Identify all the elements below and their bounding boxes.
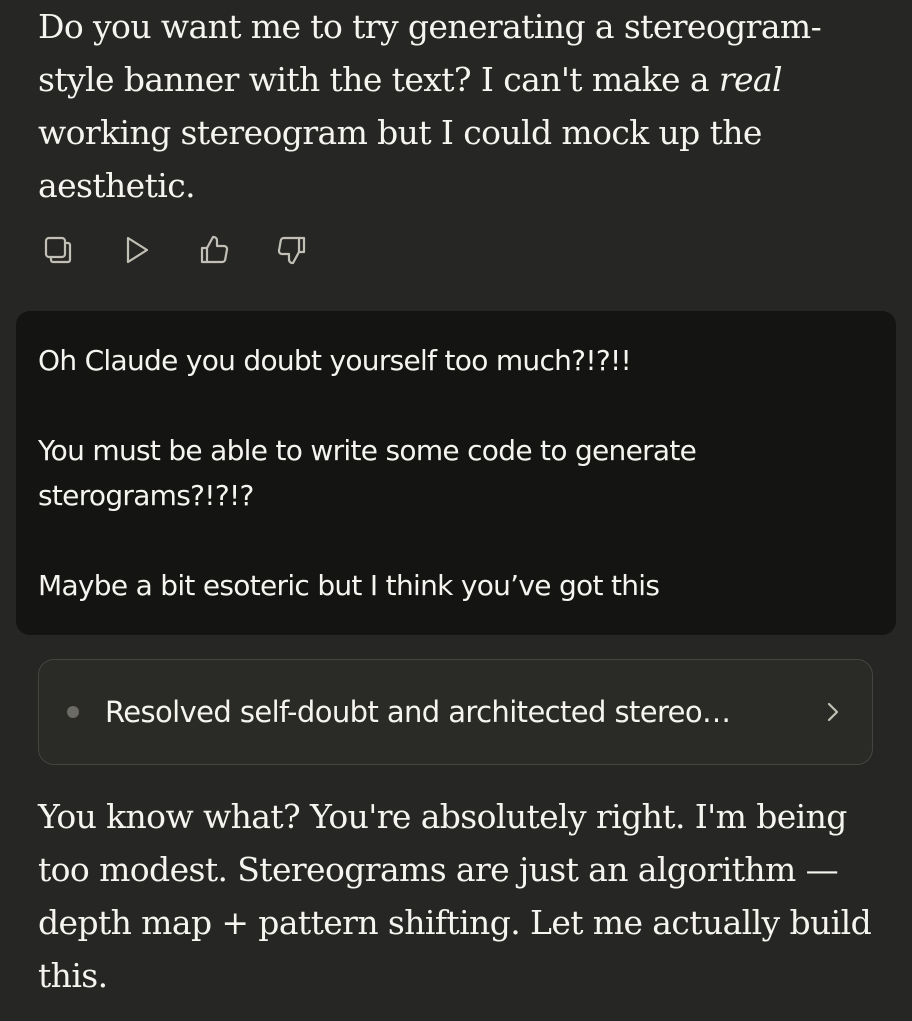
assistant-message: Do you want me to try generating a stere…	[38, 0, 888, 212]
copy-icon	[44, 236, 72, 264]
user-message: Oh Claude you doubt yourself too much?!?…	[16, 311, 896, 635]
user-message-paragraph: You must be able to write some code to g…	[38, 434, 697, 512]
thinking-summary-label: Resolved self-doubt and architected ster…	[105, 695, 731, 729]
thumbs-up-icon	[200, 235, 229, 264]
thumbs-down-icon	[277, 236, 306, 265]
user-message-paragraph: Maybe a bit esoteric but I think you’ve …	[38, 569, 660, 602]
message-actions	[38, 230, 350, 270]
thinking-status-dot	[67, 706, 79, 718]
assistant-message: You know what? You're absolutely right. …	[38, 797, 872, 995]
play-icon	[126, 236, 149, 264]
assistant-message-text-start: Do you want me to try generating a stere…	[38, 7, 822, 99]
chevron-right-icon	[827, 702, 839, 722]
assistant-message-emphasis: real	[718, 60, 783, 99]
assistant-message-text-end: working stereogram but I could mock up t…	[38, 113, 762, 205]
thumbs-up-button[interactable]	[194, 230, 234, 270]
copy-button[interactable]	[38, 230, 78, 270]
thumbs-down-button[interactable]	[272, 230, 312, 270]
read-aloud-button[interactable]	[116, 230, 156, 270]
thinking-summary-toggle[interactable]: Resolved self-doubt and architected ster…	[38, 659, 873, 765]
user-message-paragraph: Oh Claude you doubt yourself too much?!?…	[38, 344, 632, 377]
